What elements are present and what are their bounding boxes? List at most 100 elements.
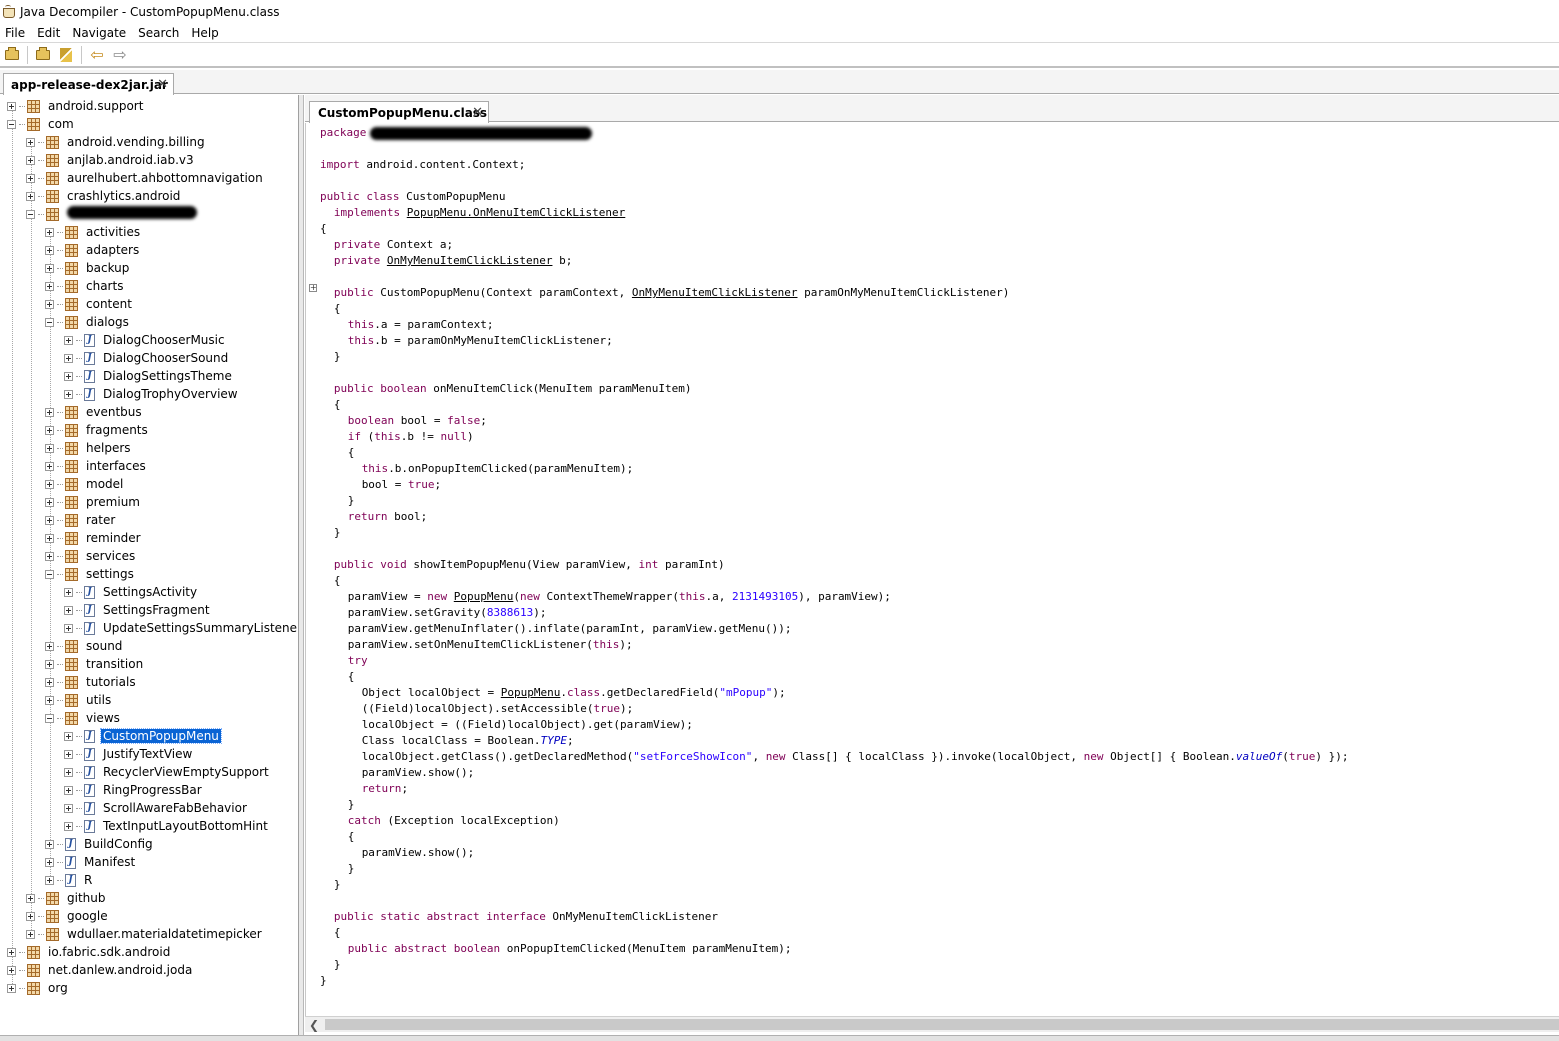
tree-package-node[interactable]: com: [7, 115, 76, 133]
tree-class-node[interactable]: RecyclerViewEmptySupport: [64, 763, 271, 781]
tree-package-node[interactable]: google: [26, 907, 110, 925]
tree-class-node[interactable]: DialogChooserSound: [64, 349, 230, 367]
panel-splitter[interactable]: [299, 95, 304, 1035]
expand-icon[interactable]: [45, 515, 54, 525]
expand-icon[interactable]: [64, 731, 73, 741]
tree-package-node[interactable]: transition: [45, 655, 145, 673]
expand-icon[interactable]: [45, 677, 54, 687]
expand-icon[interactable]: [64, 335, 73, 345]
tree-package-node[interactable]: views: [45, 709, 122, 727]
tree-package-node[interactable]: anjlab.android.iab.v3: [26, 151, 196, 169]
fold-expand-icon[interactable]: +: [309, 284, 317, 292]
expand-icon[interactable]: [45, 245, 54, 255]
expand-icon[interactable]: [64, 371, 73, 381]
expand-icon[interactable]: [7, 983, 16, 993]
expand-icon[interactable]: [26, 137, 35, 147]
menu-edit[interactable]: Edit: [32, 26, 67, 40]
tree-package-node[interactable]: activities: [45, 223, 142, 241]
collapse-icon[interactable]: [26, 209, 35, 219]
tree-package-node[interactable]: services: [45, 547, 137, 565]
tree-package-node[interactable]: reminder: [45, 529, 143, 547]
tree-package-node[interactable]: sound: [45, 637, 124, 655]
tree-package-node[interactable]: adapters: [45, 241, 141, 259]
open-file-button[interactable]: [2, 45, 22, 65]
tree-class-node[interactable]: JustifyTextView: [64, 745, 194, 763]
expand-icon[interactable]: [45, 407, 54, 417]
tree-package-node[interactable]: aurelhubert.ahbottomnavigation: [26, 169, 265, 187]
expand-icon[interactable]: [64, 767, 73, 777]
expand-icon[interactable]: [45, 425, 54, 435]
expand-icon[interactable]: [64, 785, 73, 795]
expand-icon[interactable]: [45, 227, 54, 237]
tree-class-node[interactable]: CustomPopupMenu: [64, 727, 222, 745]
expand-icon[interactable]: [64, 353, 73, 363]
expand-icon[interactable]: [45, 875, 54, 885]
expand-icon[interactable]: [45, 479, 54, 489]
forward-button[interactable]: ⇨: [110, 45, 130, 65]
expand-icon[interactable]: [45, 461, 54, 471]
expand-icon[interactable]: [64, 821, 73, 831]
menu-search[interactable]: Search: [133, 26, 186, 40]
tree-package-node[interactable]: backup: [45, 259, 131, 277]
collapse-icon[interactable]: [45, 569, 54, 579]
open-type-button[interactable]: [33, 45, 53, 65]
expand-icon[interactable]: [45, 497, 54, 507]
tree-package-node[interactable]: helpers: [45, 439, 133, 457]
tree-class-node[interactable]: DialogChooserMusic: [64, 331, 227, 349]
file-tab[interactable]: app-release-dex2jar.jar ✕: [3, 73, 174, 95]
expand-icon[interactable]: [45, 281, 54, 291]
tree-package-node[interactable]: net.danlew.android.joda: [7, 961, 194, 979]
expand-icon[interactable]: [26, 893, 35, 903]
tree-package-node[interactable]: github: [26, 889, 107, 907]
tree-package-node[interactable]: premium: [45, 493, 142, 511]
tree-package-node[interactable]: model: [45, 475, 125, 493]
tree-package-node[interactable]: interfaces: [45, 457, 148, 475]
tree-class-node[interactable]: ScrollAwareFabBehavior: [64, 799, 249, 817]
tree-class-node[interactable]: RingProgressBar: [64, 781, 204, 799]
tree-class-node[interactable]: R: [45, 871, 94, 889]
scroll-left-icon[interactable]: ❮: [309, 1018, 319, 1032]
expand-icon[interactable]: [45, 695, 54, 705]
expand-icon[interactable]: [64, 587, 73, 597]
tree-package-node[interactable]: dialogs: [45, 313, 131, 331]
tree-class-node[interactable]: DialogTrophyOverview: [64, 385, 240, 403]
tree-package-node[interactable]: utils: [45, 691, 113, 709]
collapse-icon[interactable]: [45, 317, 54, 327]
tree-package-node[interactable]: android.support: [7, 97, 145, 115]
tree-package-node[interactable]: io.fabric.sdk.android: [7, 943, 172, 961]
expand-icon[interactable]: [26, 929, 35, 939]
expand-icon[interactable]: [45, 443, 54, 453]
expand-icon[interactable]: [45, 533, 54, 543]
close-icon[interactable]: ✕: [157, 77, 168, 92]
expand-icon[interactable]: [7, 965, 16, 975]
tree-class-node[interactable]: DialogSettingsTheme: [64, 367, 234, 385]
menu-file[interactable]: File: [0, 26, 32, 40]
expand-icon[interactable]: [26, 173, 35, 183]
search-button[interactable]: [56, 45, 76, 65]
expand-icon[interactable]: [45, 659, 54, 669]
expand-icon[interactable]: [45, 263, 54, 273]
tree-package-node[interactable]: org: [7, 979, 70, 997]
tree-package-node[interactable]: android.vending.billing: [26, 133, 207, 151]
expand-icon[interactable]: [26, 191, 35, 201]
expand-icon[interactable]: [64, 623, 73, 633]
expand-icon[interactable]: [26, 911, 35, 921]
tree-class-node[interactable]: UpdateSettingsSummaryListener: [64, 619, 298, 637]
code-editor[interactable]: + package import android.content.Context;…: [305, 123, 1559, 1016]
tree-class-node[interactable]: TextInputLayoutBottomHint: [64, 817, 270, 835]
tree-class-node[interactable]: Manifest: [45, 853, 137, 871]
editor-tab[interactable]: CustomPopupMenu.class ✕: [309, 101, 489, 123]
expand-icon[interactable]: [64, 749, 73, 759]
tree-class-node[interactable]: SettingsFragment: [64, 601, 212, 619]
expand-icon[interactable]: [26, 155, 35, 165]
tree-package-node[interactable]: [26, 205, 199, 223]
tree-package-node[interactable]: crashlytics.android: [26, 187, 182, 205]
tree-class-node[interactable]: SettingsActivity: [64, 583, 199, 601]
menu-navigate[interactable]: Navigate: [67, 26, 133, 40]
menu-help[interactable]: Help: [186, 26, 225, 40]
expand-icon[interactable]: [7, 947, 16, 957]
tree-package-node[interactable]: content: [45, 295, 134, 313]
tree-package-node[interactable]: settings: [45, 565, 136, 583]
collapse-icon[interactable]: [7, 119, 16, 129]
expand-icon[interactable]: [45, 857, 54, 867]
